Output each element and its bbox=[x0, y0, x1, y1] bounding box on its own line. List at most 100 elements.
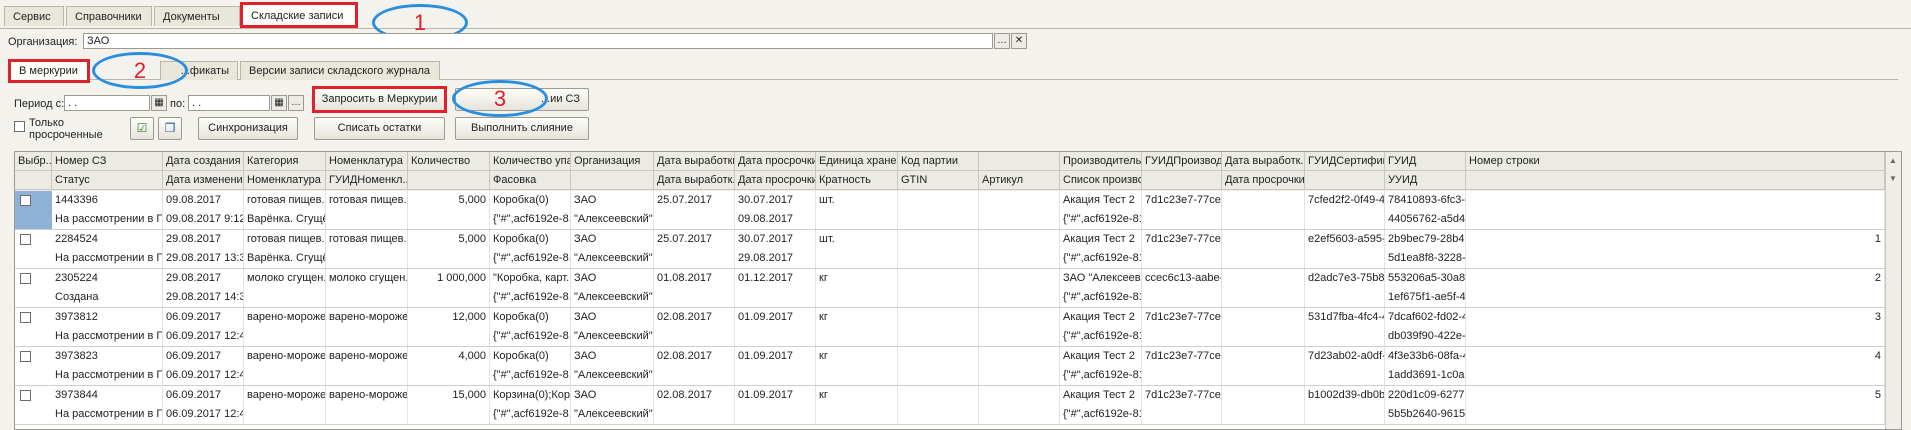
table-row[interactable]: 2305224 29.08.2017 молоко сгущен... молоко … bbox=[15, 269, 1885, 308]
calendar-from-icon[interactable]: ▦ bbox=[151, 95, 167, 111]
grid-scrollbar[interactable]: ▲ ▼ bbox=[1885, 152, 1901, 429]
table-cell: "Алексеевский"... bbox=[571, 366, 654, 385]
column-header: Дата просрочки... bbox=[1222, 171, 1305, 190]
table-cell: кг bbox=[816, 386, 898, 405]
table-cell bbox=[979, 347, 1060, 366]
table-cell: 09.08.2017 bbox=[735, 210, 816, 229]
sync-button[interactable]: Синхронизация bbox=[198, 117, 298, 140]
copy-icon[interactable]: ❐ bbox=[158, 117, 182, 140]
table-cell bbox=[816, 249, 898, 268]
subtab-journal-versions[interactable]: Версии записи складского журнала bbox=[240, 61, 440, 80]
table-cell: 44056762-a5d4-... bbox=[1385, 210, 1466, 229]
column-header: Дата выработк... bbox=[1222, 152, 1305, 171]
table-cell: 1ef675f1-ae5f-4f... bbox=[1385, 288, 1466, 307]
table-cell: {"#",acf6192e-8... bbox=[490, 288, 571, 307]
table-cell: 01.09.2017 bbox=[735, 386, 816, 405]
table-cell bbox=[244, 405, 326, 424]
table-cell bbox=[654, 210, 735, 229]
table-cell: 5b5b2640-9615-... bbox=[1385, 405, 1466, 424]
scroll-up-icon[interactable]: ▲ bbox=[1889, 156, 1897, 165]
table-cell: ccec6c13-aabe-... bbox=[1142, 269, 1222, 288]
row-select-checkbox[interactable] bbox=[20, 390, 31, 401]
column-header: Фасовка bbox=[490, 171, 571, 190]
row-select-checkbox[interactable] bbox=[20, 234, 31, 245]
table-row[interactable]: 397381206.09.2017варено-мороже...варено-… bbox=[15, 308, 1885, 347]
table-cell: b1002d39-db0b-... bbox=[1305, 386, 1385, 405]
tab-service[interactable]: Сервис bbox=[4, 6, 64, 26]
table-cell bbox=[244, 327, 326, 346]
table-cell: {"#",acf6192e-8... bbox=[490, 210, 571, 229]
period-from-field[interactable]: . . bbox=[64, 95, 150, 111]
row-select-checkbox[interactable] bbox=[20, 312, 31, 323]
table-cell bbox=[1142, 249, 1222, 268]
write-off-button[interactable]: Списать остатки bbox=[314, 117, 445, 140]
table-cell bbox=[1142, 366, 1222, 385]
table-cell: 06.09.2017 bbox=[163, 308, 244, 327]
table-cell: готовая пищев... bbox=[244, 230, 326, 249]
table-cell: молоко сгущен... bbox=[326, 269, 408, 288]
table-cell: 30.07.2017 bbox=[735, 191, 816, 210]
table-cell bbox=[735, 366, 816, 385]
table-cell: Акация Тест 2 bbox=[1060, 386, 1142, 405]
table-cell: {"#",acf6192e-81ca-46ef-93a6-5a696... bbox=[1060, 327, 1142, 346]
row-select-checkbox[interactable] bbox=[20, 351, 31, 362]
table-cell: 5,000 bbox=[408, 230, 490, 249]
period-to-field[interactable]: . . bbox=[188, 95, 270, 111]
table-cell bbox=[898, 327, 979, 346]
table-cell bbox=[979, 386, 1060, 405]
tab-directories[interactable]: Справочники bbox=[66, 6, 152, 26]
column-header: ГУИД bbox=[1385, 152, 1466, 171]
table-cell bbox=[326, 288, 408, 307]
column-header bbox=[1305, 171, 1385, 190]
table-cell: {"#",acf6192e-81ca-46ef-93a6-5a696... bbox=[1060, 405, 1142, 424]
period-select-button[interactable]: … bbox=[288, 95, 304, 111]
column-header: Кратность bbox=[816, 171, 898, 190]
table-cell bbox=[1222, 269, 1305, 288]
only-expired-checkbox[interactable] bbox=[14, 121, 25, 132]
table-cell: d2adc7e3-75b8-... bbox=[1305, 269, 1385, 288]
table-cell bbox=[408, 366, 490, 385]
table-cell: Коробка(0) bbox=[490, 308, 571, 327]
calendar-to-icon[interactable]: ▦ bbox=[271, 95, 287, 111]
table-cell: 02.08.2017 bbox=[654, 386, 735, 405]
merge-button[interactable]: Выполнить слияние bbox=[455, 117, 589, 140]
table-cell: 02.08.2017 bbox=[654, 347, 735, 366]
column-header: Список производителей bbox=[1060, 171, 1142, 190]
column-header: Номер строки bbox=[1466, 152, 1885, 171]
table-cell: {"#",acf6192e-81ca-46ef-93a6-5a696... bbox=[1060, 366, 1142, 385]
table-row[interactable]: 2284524 29.08.2017 готовая пищев... готовая… bbox=[15, 230, 1885, 269]
table-row[interactable]: 397384406.09.2017варено-мороже...варено-… bbox=[15, 386, 1885, 425]
table-cell bbox=[408, 249, 490, 268]
table-cell: Коробка(0) bbox=[490, 230, 571, 249]
org-clear-icon[interactable]: ✕ bbox=[1011, 33, 1027, 49]
table-cell bbox=[1222, 191, 1305, 210]
table-cell: 09.08.2017 bbox=[163, 191, 244, 210]
table-row[interactable]: 1443396 09.08.2017 готовая пищев... готовая… bbox=[15, 191, 1885, 230]
table-cell: {"#",acf6192e-81ca-46ef-93a6-5a696... bbox=[1060, 210, 1142, 229]
tab-documents[interactable]: Документы bbox=[154, 6, 240, 26]
table-cell bbox=[1466, 191, 1885, 210]
table-cell: 25.07.2017 bbox=[654, 191, 735, 210]
row-select-checkbox[interactable] bbox=[20, 273, 31, 284]
org-field[interactable]: ЗАО bbox=[83, 33, 993, 49]
check-all-icon[interactable]: ☑ bbox=[130, 117, 154, 140]
table-cell: 29.08.2017 14:3... bbox=[163, 288, 244, 307]
table-cell: 06.09.2017 bbox=[163, 347, 244, 366]
period-from-label: Период с: bbox=[14, 98, 65, 110]
table-cell: Акация Тест 2 bbox=[1060, 230, 1142, 249]
table-cell bbox=[816, 288, 898, 307]
table-cell bbox=[979, 230, 1060, 249]
scroll-down-icon[interactable]: ▼ bbox=[1889, 174, 1897, 183]
table-cell bbox=[1222, 347, 1305, 366]
table-cell: 29.08.2017 bbox=[163, 269, 244, 288]
table-cell bbox=[979, 269, 1060, 288]
table-cell bbox=[408, 405, 490, 424]
org-select-button[interactable]: … bbox=[994, 33, 1010, 49]
table-cell: кг bbox=[816, 308, 898, 327]
table-cell: 06.09.2017 bbox=[163, 386, 244, 405]
table-cell: На рассмотрении в ГВЭ bbox=[52, 405, 163, 424]
row-select-checkbox[interactable] bbox=[20, 195, 31, 206]
table-cell bbox=[1142, 327, 1222, 346]
table-cell bbox=[1222, 405, 1305, 424]
table-row[interactable]: 397382306.09.2017варено-мороже...варено-… bbox=[15, 347, 1885, 386]
